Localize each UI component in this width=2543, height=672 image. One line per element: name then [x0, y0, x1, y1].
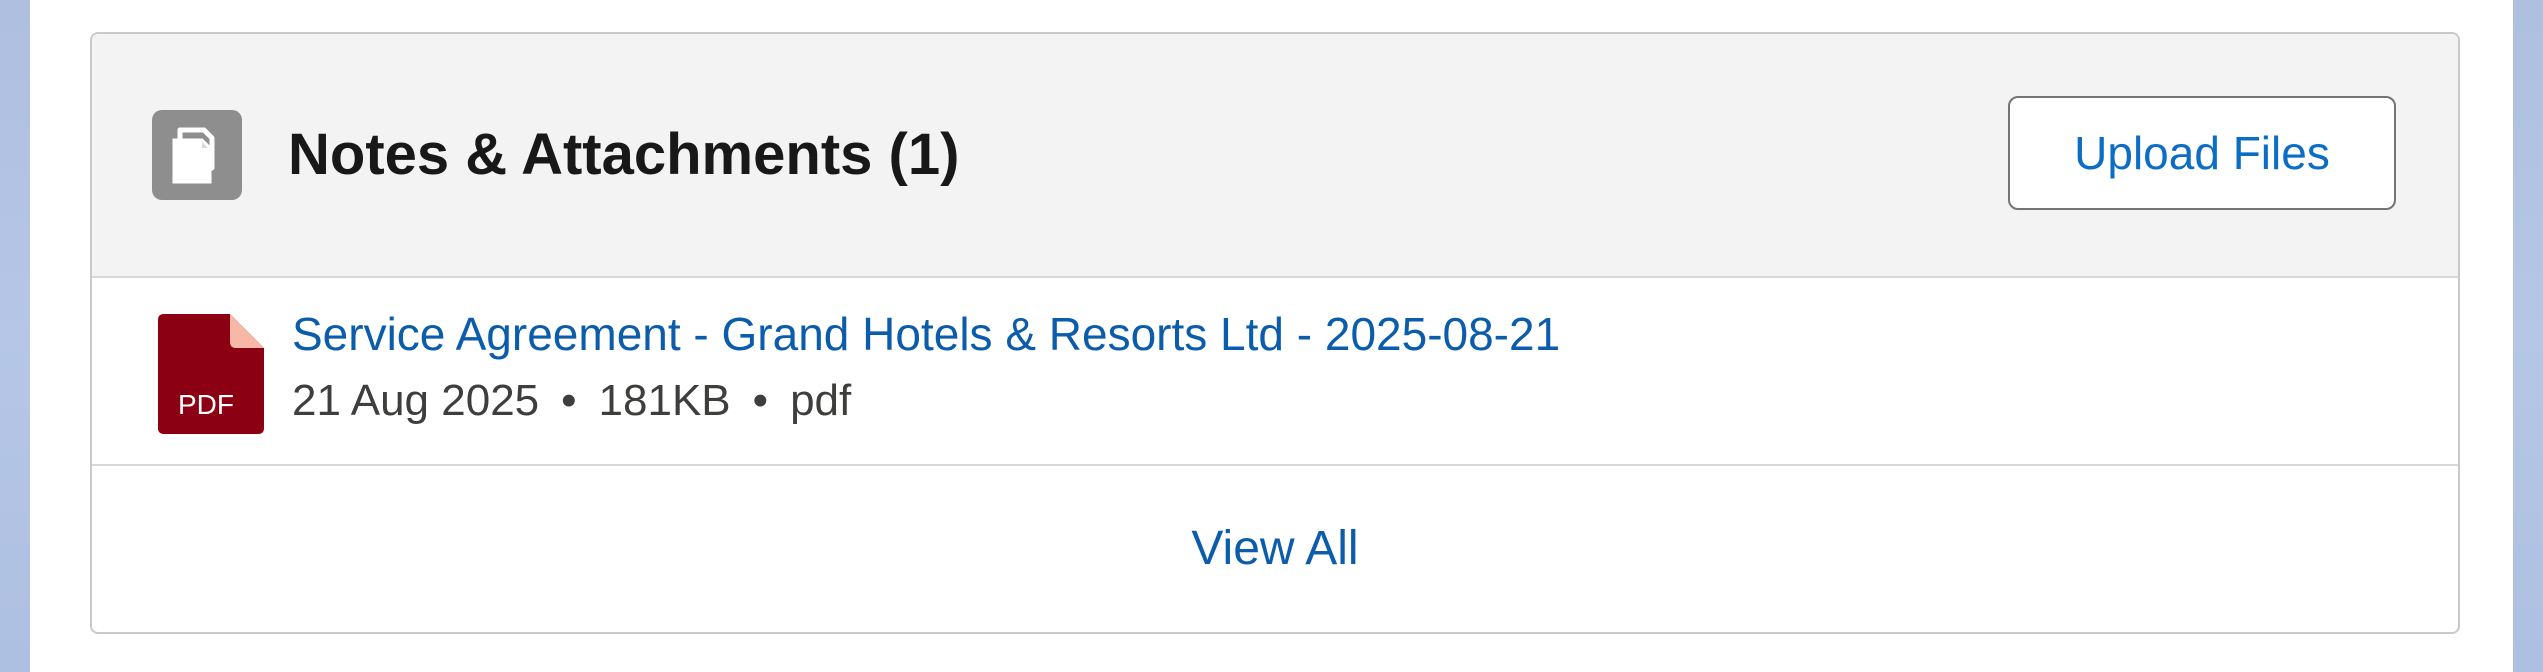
- page-content: Notes & Attachments (1) Upload Files PDF…: [30, 0, 2513, 672]
- attachment-meta: 21 Aug 2025 • 181KB • pdf: [292, 374, 851, 428]
- upload-files-button[interactable]: Upload Files: [2008, 96, 2396, 210]
- view-all-link[interactable]: View All: [92, 466, 2458, 632]
- meta-separator: •: [561, 376, 577, 425]
- files-icon: [152, 110, 242, 200]
- attachment-list-item: PDF Service Agreement - Grand Hotels & R…: [92, 278, 2458, 466]
- notes-attachments-card: Notes & Attachments (1) Upload Files PDF…: [90, 32, 2460, 634]
- attachment-type: pdf: [790, 376, 852, 425]
- attachment-title-link[interactable]: Service Agreement - Grand Hotels & Resor…: [292, 306, 1560, 362]
- attachment-size: 181KB: [598, 376, 731, 425]
- background-left: [0, 0, 30, 672]
- attachment-date: 21 Aug 2025: [292, 376, 540, 425]
- card-title: Notes & Attachments (1): [288, 122, 960, 187]
- meta-separator: •: [752, 376, 769, 425]
- svg-text:PDF: PDF: [178, 389, 234, 420]
- background-right: [2513, 0, 2543, 672]
- card-header: Notes & Attachments (1) Upload Files: [92, 34, 2458, 278]
- pdf-file-icon: PDF: [158, 314, 264, 434]
